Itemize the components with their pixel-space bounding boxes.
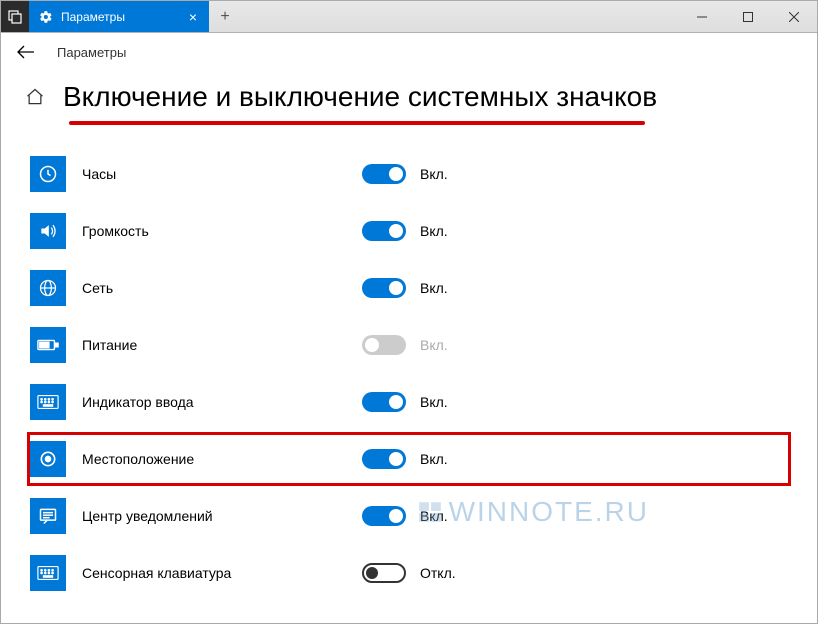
setting-row: Индикатор ввода Вкл. — [30, 378, 788, 426]
notifications-icon — [30, 498, 66, 534]
toggle-switch — [362, 335, 406, 355]
keyboard-icon — [30, 384, 66, 420]
annotation-underline — [69, 121, 645, 125]
window-titlebar: Параметры × + — [1, 1, 817, 33]
setting-label: Сенсорная клавиатура — [82, 565, 362, 581]
setting-label: Питание — [82, 337, 362, 353]
setting-label: Сеть — [82, 280, 362, 296]
network-icon — [30, 270, 66, 306]
toggle-state-label: Вкл. — [420, 166, 448, 182]
setting-row: Громкость Вкл. — [30, 207, 788, 255]
toggle-state-label: Вкл. — [420, 394, 448, 410]
close-button[interactable] — [771, 1, 817, 32]
breadcrumb: Параметры — [1, 33, 817, 71]
toggle-state-label: Вкл. — [420, 337, 448, 353]
toggle-state-label: Вкл. — [420, 280, 448, 296]
toggle-state-label: Откл. — [420, 565, 456, 581]
toggle-switch[interactable] — [362, 164, 406, 184]
toggle-state-label: Вкл. — [420, 451, 448, 467]
toggle-switch[interactable] — [362, 221, 406, 241]
toggle-switch[interactable] — [362, 278, 406, 298]
tab-close-button[interactable]: × — [185, 9, 201, 25]
gear-icon — [39, 10, 53, 24]
tab-settings[interactable]: Параметры × — [29, 1, 209, 32]
toggle-state-label: Вкл. — [420, 223, 448, 239]
maximize-button[interactable] — [725, 1, 771, 32]
setting-label: Центр уведомлений — [82, 508, 362, 524]
setting-row: Часы Вкл. — [30, 150, 788, 198]
home-icon[interactable] — [25, 87, 45, 107]
app-icon — [1, 1, 29, 32]
setting-row: Сеть Вкл. — [30, 264, 788, 312]
location-icon — [30, 441, 66, 477]
setting-row: Сенсорная клавиатура Откл. — [30, 549, 788, 597]
setting-row: Центр уведомлений Вкл. — [30, 492, 788, 540]
toggle-switch[interactable] — [362, 563, 406, 583]
setting-label: Часы — [82, 166, 362, 182]
breadcrumb-label: Параметры — [57, 45, 126, 60]
setting-label: Индикатор ввода — [82, 394, 362, 410]
minimize-button[interactable] — [679, 1, 725, 32]
tab-title: Параметры — [61, 10, 125, 24]
keyboard-icon — [30, 555, 66, 591]
new-tab-button[interactable]: + — [209, 1, 241, 32]
setting-label: Громкость — [82, 223, 362, 239]
page-title: Включение и выключение системных значков — [63, 81, 657, 113]
back-button[interactable] — [17, 45, 35, 59]
toggle-switch[interactable] — [362, 506, 406, 526]
power-icon — [30, 327, 66, 363]
toggle-state-label: Вкл. — [420, 508, 448, 524]
setting-row: Местоположение Вкл. — [30, 435, 788, 483]
setting-label: Местоположение — [82, 451, 362, 467]
toggle-switch[interactable] — [362, 392, 406, 412]
volume-icon — [30, 213, 66, 249]
clock-icon — [30, 156, 66, 192]
toggle-switch[interactable] — [362, 449, 406, 469]
setting-row: Питание Вкл. — [30, 321, 788, 369]
